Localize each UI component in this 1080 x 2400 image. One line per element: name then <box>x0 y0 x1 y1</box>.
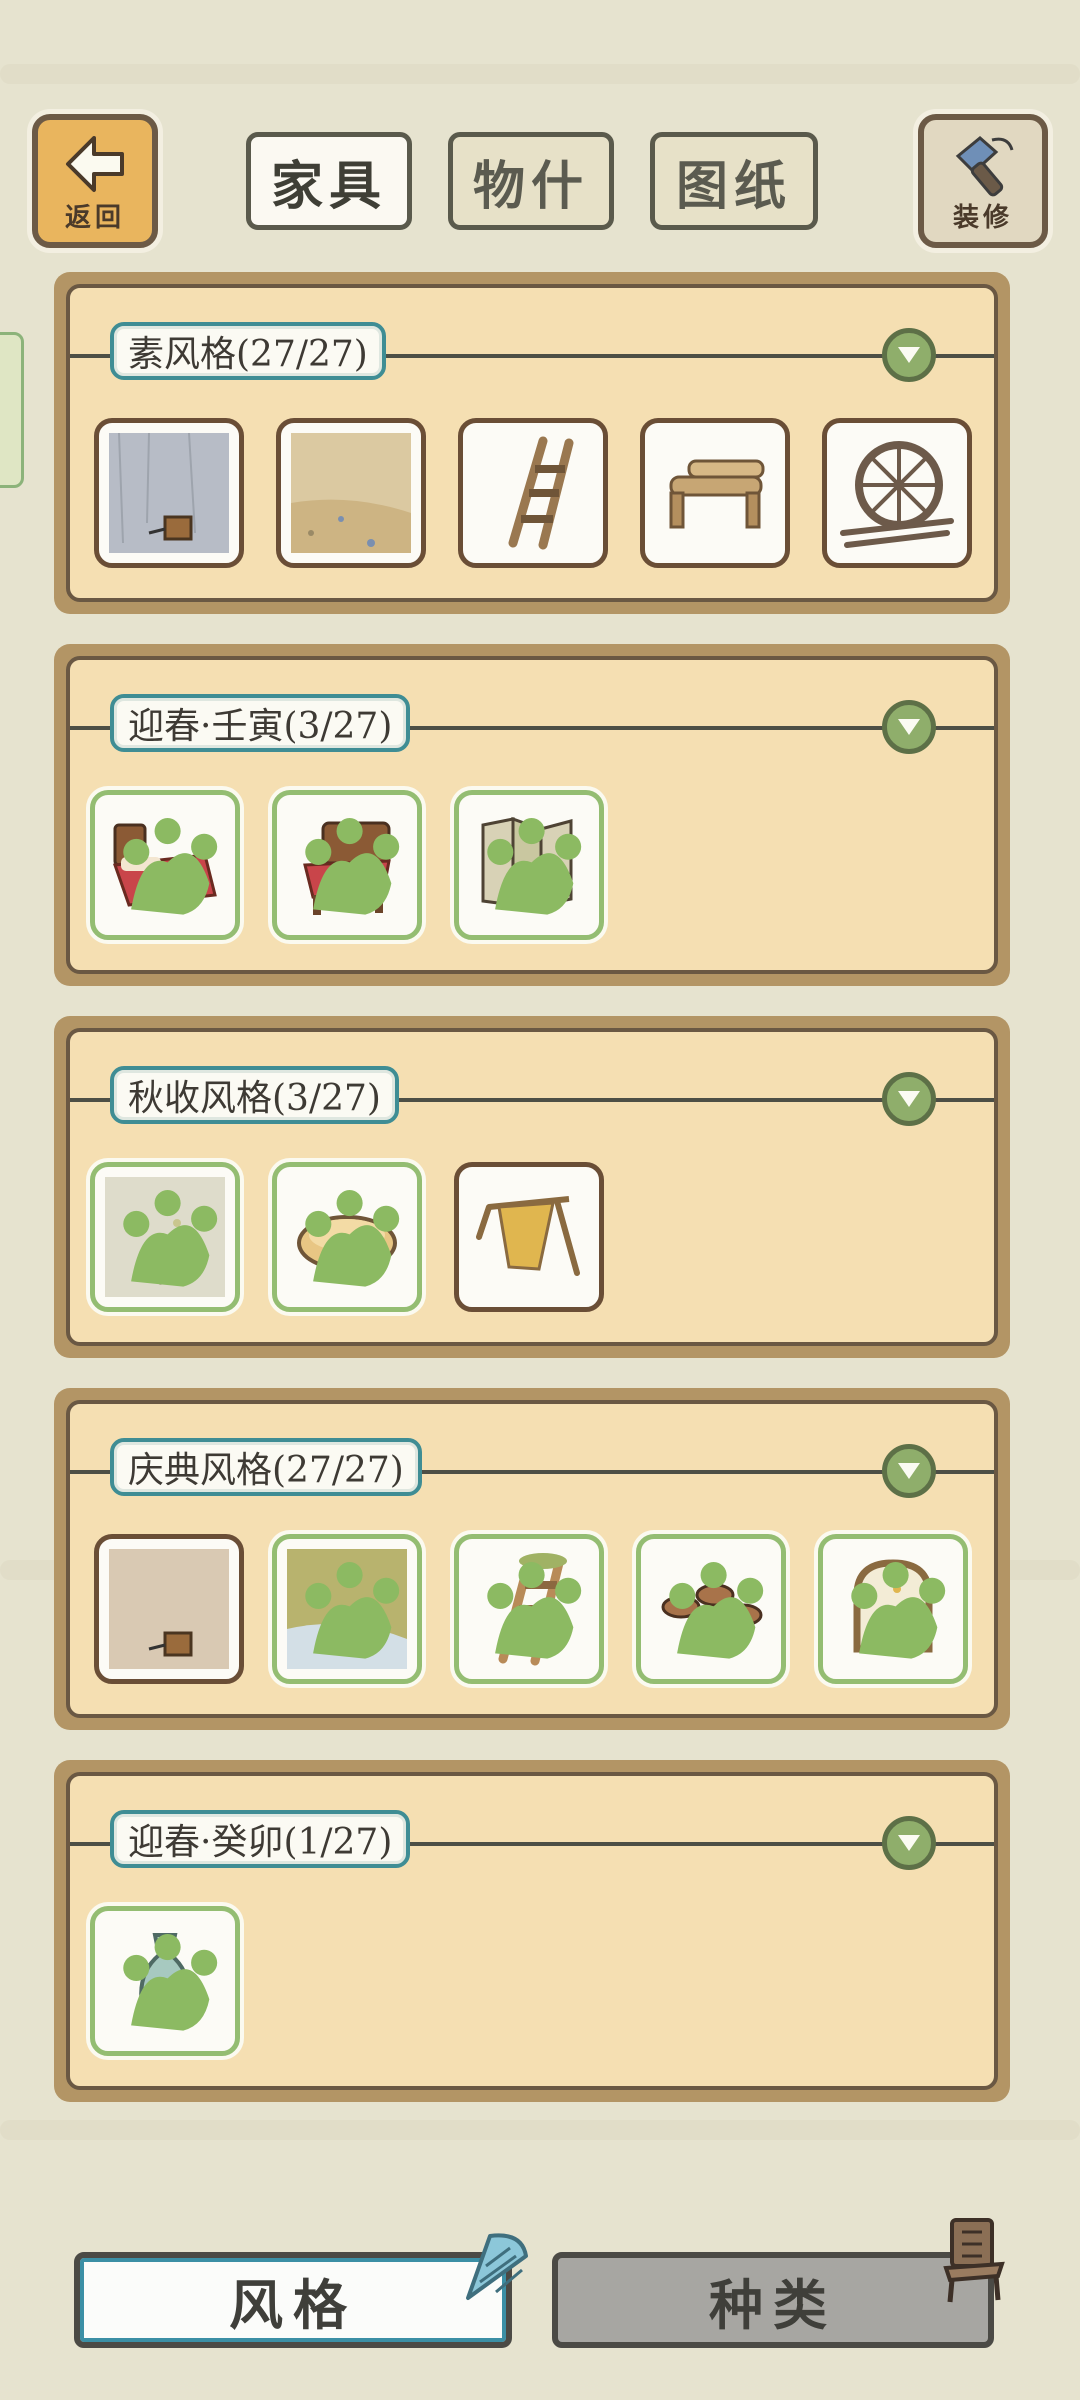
new-item-frog-icon <box>123 1190 218 1287</box>
section-title: 迎春·壬寅(3/27) <box>110 694 411 752</box>
collapse-button[interactable] <box>882 1072 936 1126</box>
folding-screen-item[interactable] <box>454 790 604 940</box>
red-bed-item[interactable] <box>90 790 240 940</box>
style-section-spring-renyin: 迎春·壬寅(3/27) <box>54 644 1010 986</box>
wall-icon <box>109 1549 229 1669</box>
vase-item[interactable] <box>90 1906 240 2056</box>
section-title: 庆典风格(27/27) <box>110 1438 422 1496</box>
collapse-button[interactable] <box>882 328 936 382</box>
tab-blueprints[interactable]: 图纸 <box>650 132 818 230</box>
floor-item[interactable] <box>272 1534 422 1684</box>
wall-item[interactable] <box>94 1534 244 1684</box>
new-item-frog-icon <box>123 818 218 915</box>
log-bench-icon <box>669 459 765 529</box>
bread-basket-item[interactable] <box>272 1162 422 1312</box>
arched-window-item[interactable] <box>818 1534 968 1684</box>
tab-objects[interactable]: 物什 <box>448 132 614 230</box>
new-item-frog-icon <box>305 1190 400 1287</box>
back-arrow-icon <box>66 136 124 192</box>
style-section-autumn-harvest: 秋收风格(3/27) <box>54 1016 1010 1358</box>
new-item-frog-icon <box>305 1562 400 1659</box>
new-item-frog-icon <box>851 1562 946 1659</box>
straw-rack-icon <box>476 1196 580 1276</box>
new-item-frog-icon <box>487 1562 582 1659</box>
wall-item[interactable] <box>94 418 244 568</box>
section-title: 素风格(27/27) <box>110 322 386 380</box>
style-section-spring-guimao: 迎春·癸卯(1/27) <box>54 1760 1010 2102</box>
chair-icon <box>943 2218 1005 2303</box>
style-section-celebration: 庆典风格(27/27) <box>54 1388 1010 1730</box>
new-item-frog-icon <box>669 1562 764 1659</box>
decorate-label: 装修 <box>952 203 1013 233</box>
collapse-button[interactable] <box>882 1816 936 1870</box>
floor-icon <box>291 433 411 553</box>
straw-rack-item[interactable] <box>454 1162 604 1312</box>
mossy-ladder-item[interactable] <box>454 1534 604 1684</box>
log-bench-item[interactable] <box>640 418 790 568</box>
round-window-icon <box>840 441 954 548</box>
back-button[interactable]: 返回 <box>32 114 158 248</box>
collapse-button[interactable] <box>882 700 936 754</box>
back-label: 返回 <box>64 203 125 233</box>
collapse-button[interactable] <box>882 1444 936 1498</box>
section-title: 秋收风格(3/27) <box>110 1066 399 1124</box>
ladder-icon <box>508 436 574 550</box>
new-item-frog-icon <box>123 1934 218 2031</box>
decorate-button[interactable]: 装修 <box>918 114 1048 248</box>
wall-icon <box>109 433 229 553</box>
tab-kind[interactable]: 种类 <box>552 2252 994 2348</box>
section-title: 迎春·癸卯(1/27) <box>110 1810 411 1868</box>
paint-brush-icon <box>955 136 1014 197</box>
side-pull-tab[interactable] <box>0 332 24 488</box>
background-stripe <box>0 64 1080 84</box>
new-item-frog-icon <box>487 818 582 915</box>
shell-icon <box>466 2233 528 2300</box>
round-window-item[interactable] <box>822 418 972 568</box>
stools-item[interactable] <box>636 1534 786 1684</box>
background-stripe <box>0 2120 1080 2140</box>
red-chair-item[interactable] <box>272 790 422 940</box>
ladder-item[interactable] <box>458 418 608 568</box>
floor-item[interactable] <box>276 418 426 568</box>
wall-item[interactable] <box>90 1162 240 1312</box>
style-section-plain: 素风格(27/27) <box>54 272 1010 614</box>
new-item-frog-icon <box>305 818 400 915</box>
tab-furniture[interactable]: 家具 <box>246 132 412 230</box>
tab-style[interactable]: 风格 <box>74 2252 512 2348</box>
